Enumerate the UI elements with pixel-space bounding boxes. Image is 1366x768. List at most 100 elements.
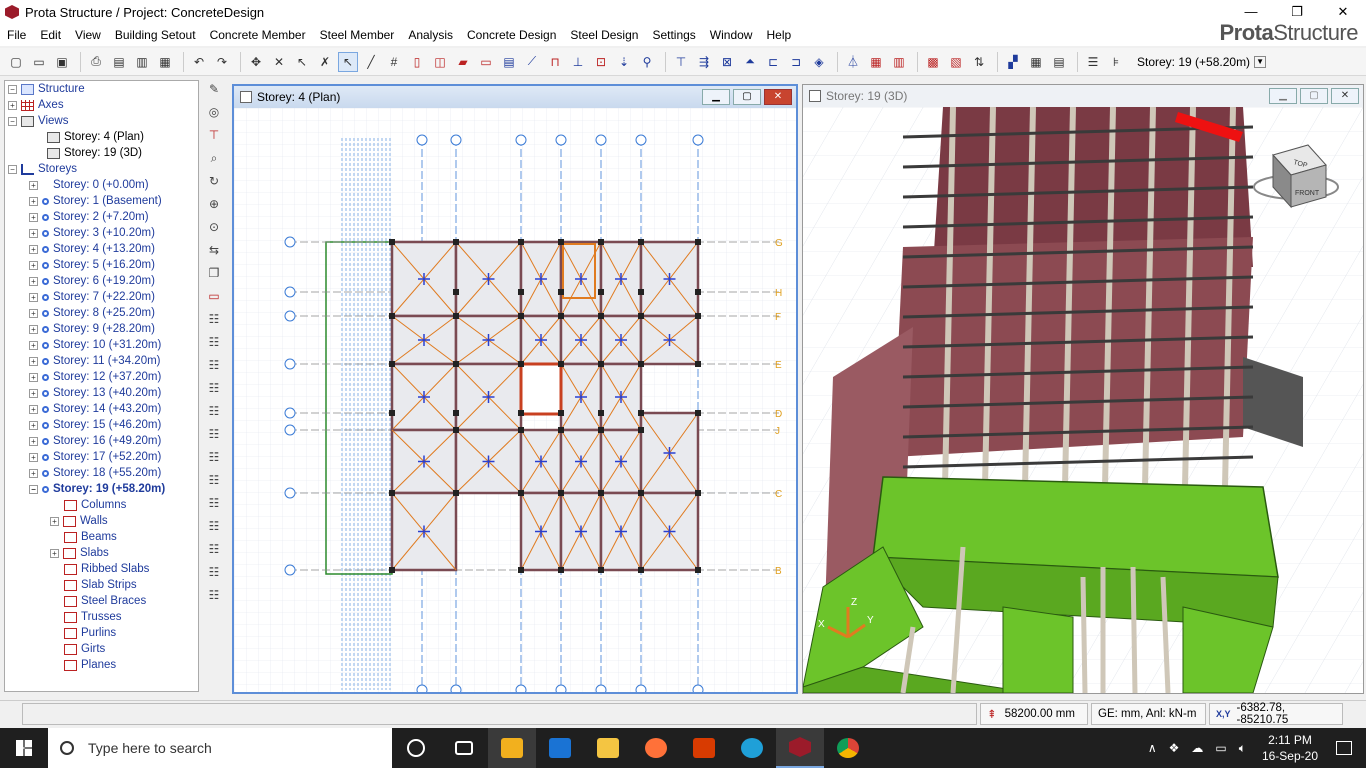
expand-icon[interactable]: + <box>50 548 59 558</box>
grid-view-icon[interactable]: ▤ <box>1049 52 1069 72</box>
save-icon[interactable]: ▣ <box>52 52 72 72</box>
tree-item-purlins[interactable]: Purlins <box>5 625 198 641</box>
storey-list-icon[interactable]: ⊧ <box>1106 52 1126 72</box>
dimension-icon[interactable]: ⊤ <box>671 52 691 72</box>
3d-minimize-button[interactable]: ▁ <box>1269 88 1297 104</box>
tree-item-ribbed-slabs[interactable]: Ribbed Slabs <box>5 561 198 577</box>
layer-icon[interactable]: ☷ <box>205 402 223 420</box>
zoom-window-icon[interactable]: ⊕ <box>205 195 223 213</box>
tree-item-storey[interactable]: + Storey: 6 (+19.20m) <box>5 273 198 289</box>
tree-item-storey[interactable]: + Storey: 1 (Basement) <box>5 193 198 209</box>
redo-icon[interactable]: ↷ <box>212 52 232 72</box>
expand-icon[interactable]: + <box>29 308 38 318</box>
tree-item-trusses[interactable]: Trusses <box>5 609 198 625</box>
edge-icon[interactable] <box>728 728 776 768</box>
delete-icon[interactable]: ✗ <box>315 52 335 72</box>
clock[interactable]: 2:11 PM 16-Sep-20 <box>1252 732 1328 764</box>
tree-item-storey[interactable]: + Storey: 2 (+7.20m) <box>5 209 198 225</box>
tree-item-walls[interactable]: + Walls <box>5 513 198 529</box>
expand-icon[interactable]: + <box>29 276 38 286</box>
expand-icon[interactable]: + <box>29 436 38 446</box>
expand-icon[interactable]: + <box>29 404 38 414</box>
tree-item-storey[interactable]: + Storey: 3 (+10.20m) <box>5 225 198 241</box>
slab-icon[interactable]: ▤ <box>499 52 519 72</box>
menu-view[interactable]: View <box>68 28 108 42</box>
notification-icon[interactable] <box>1336 741 1352 755</box>
mail-icon[interactable] <box>536 728 584 768</box>
print-preview-icon[interactable]: ▤ <box>109 52 129 72</box>
expand-icon[interactable]: + <box>29 212 38 222</box>
chevron-up-icon[interactable]: ∧ <box>1148 741 1157 755</box>
task-view-icon[interactable] <box>440 728 488 768</box>
3d-close-button[interactable]: ✕ <box>1331 88 1359 104</box>
tree-item-storey[interactable]: + Storey: 0 (+0.00m) <box>5 177 198 193</box>
tree-item-storey[interactable]: + Storey: 5 (+16.20m) <box>5 257 198 273</box>
circular-column-icon[interactable]: ◫ <box>430 52 450 72</box>
layer-icon[interactable]: ☷ <box>205 310 223 328</box>
snap-icon[interactable]: ⊤ <box>205 126 223 144</box>
store-icon[interactable] <box>488 728 536 768</box>
layer-icon[interactable]: ☷ <box>205 379 223 397</box>
menu-steel-member[interactable]: Steel Member <box>313 28 402 42</box>
tree-item-slab-strips[interactable]: Slab Strips <box>5 577 198 593</box>
stair-icon[interactable]: ⊡ <box>591 52 611 72</box>
collapse-icon[interactable]: − <box>29 484 38 494</box>
expand-icon[interactable]: + <box>29 180 38 190</box>
truss-icon[interactable]: ⏶ <box>740 52 760 72</box>
pointer-icon[interactable]: ↖ <box>338 51 358 72</box>
tree-item-storey[interactable]: + Storey: 7 (+22.20m) <box>5 289 198 305</box>
tree-item-storey[interactable]: + Storey: 9 (+28.20m) <box>5 321 198 337</box>
menu-settings[interactable]: Settings <box>645 28 702 42</box>
detail-icon[interactable]: ▧ <box>946 52 966 72</box>
column-icon[interactable]: ▯ <box>407 52 427 72</box>
3d-model-drawing[interactable]: TOP FRONT X Y Z <box>802 106 1363 694</box>
layer-icon[interactable]: ☷ <box>205 333 223 351</box>
pile-icon[interactable]: ⊥ <box>568 52 588 72</box>
checker-icon[interactable]: ▞ <box>1003 52 1023 72</box>
properties-icon[interactable]: ☰ <box>1083 52 1103 72</box>
plan-close-button[interactable]: ✕ <box>764 89 792 105</box>
sort-icon[interactable]: ⇅ <box>969 52 989 72</box>
check-icon[interactable]: ▩ <box>923 52 943 72</box>
rotate-icon[interactable]: ↻ <box>205 172 223 190</box>
girt-icon[interactable]: ⊐ <box>786 52 806 72</box>
3d-maximize-button[interactable]: ▢ <box>1300 88 1328 104</box>
tree-item-storeys[interactable]: − Storeys <box>5 161 198 177</box>
zoom-icon[interactable]: ⌕ <box>205 149 223 167</box>
office-icon[interactable] <box>680 728 728 768</box>
expand-icon[interactable]: + <box>29 468 38 478</box>
tree-item-storey[interactable]: + Storey: 16 (+49.20m) <box>5 433 198 449</box>
purlin-icon[interactable]: ⊏ <box>763 52 783 72</box>
brace-icon[interactable]: ⟋ <box>522 52 542 72</box>
tree-item-storey[interactable]: + Storey: 18 (+55.20m) <box>5 465 198 481</box>
expand-icon[interactable]: + <box>29 340 38 350</box>
firefox-icon[interactable] <box>632 728 680 768</box>
tree-item-planes[interactable]: Planes <box>5 657 198 673</box>
grid-icon[interactable]: # <box>384 52 404 72</box>
new-file-icon[interactable]: ▢ <box>6 52 26 72</box>
expand-icon[interactable]: + <box>29 260 38 270</box>
file-explorer-icon[interactable] <box>584 728 632 768</box>
select-cross-icon[interactable]: ✕ <box>269 52 289 72</box>
collapse-icon[interactable]: − <box>8 164 17 174</box>
tree-item-storey[interactable]: + Storey: 14 (+43.20m) <box>5 401 198 417</box>
frame-icon[interactable]: ▦ <box>866 52 886 72</box>
expand-icon[interactable]: + <box>29 292 38 302</box>
measure-icon[interactable]: ▭ <box>205 287 223 305</box>
expand-icon[interactable]: + <box>8 100 17 110</box>
layer-icon[interactable]: ☷ <box>205 517 223 535</box>
layer-icon[interactable]: ☷ <box>205 425 223 443</box>
chrome-icon[interactable] <box>824 728 872 768</box>
copy-icon[interactable]: ❐ <box>205 264 223 282</box>
menu-building-setout[interactable]: Building Setout <box>108 28 203 42</box>
collapse-icon[interactable]: − <box>8 116 17 126</box>
start-button[interactable] <box>0 728 48 768</box>
design-icon[interactable]: ▥ <box>889 52 909 72</box>
layer-icon[interactable]: ☷ <box>205 356 223 374</box>
load-icon[interactable]: ⇣ <box>614 52 634 72</box>
tree-item-views[interactable]: − Views <box>5 113 198 129</box>
expand-icon[interactable]: + <box>29 244 38 254</box>
menu-help[interactable]: Help <box>759 28 798 42</box>
tree-item-storey[interactable]: + Storey: 12 (+37.20m) <box>5 369 198 385</box>
tree-item-storey[interactable]: + Storey: 10 (+31.20m) <box>5 337 198 353</box>
